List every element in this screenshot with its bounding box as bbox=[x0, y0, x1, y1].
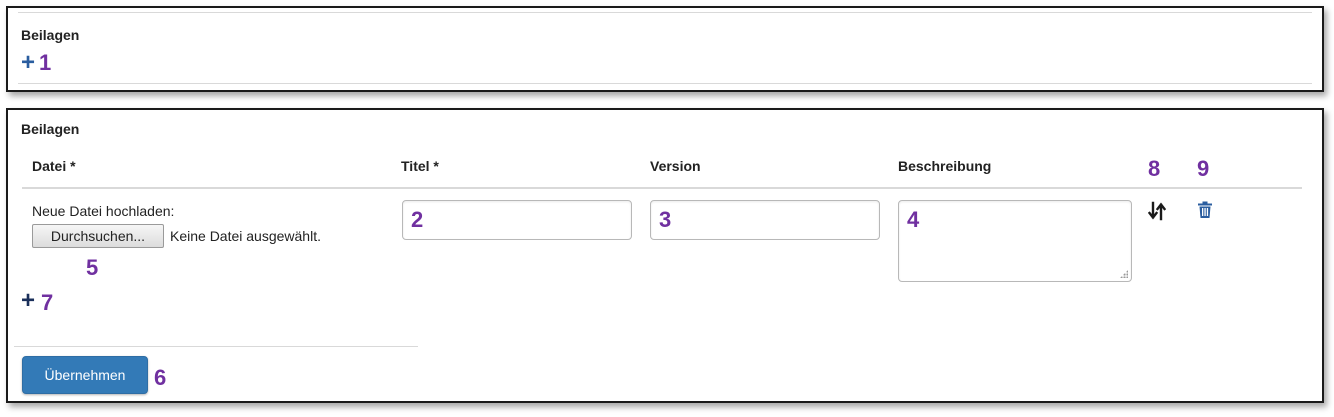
attachments-panel-expanded: Beilagen Datei * Titel * Version Beschre… bbox=[6, 108, 1324, 403]
divider-bottom bbox=[18, 83, 1312, 84]
add-attachment-icon[interactable]: + bbox=[21, 51, 35, 75]
title-input[interactable]: 2 bbox=[402, 200, 632, 240]
column-header-version: Version bbox=[650, 158, 701, 174]
column-header-title: Titel * bbox=[401, 158, 439, 174]
marker-2: 2 bbox=[411, 207, 424, 232]
marker-8: 8 bbox=[1148, 156, 1161, 181]
description-textarea[interactable]: 4 bbox=[898, 200, 1132, 282]
no-file-text: Keine Datei ausgewählt. bbox=[170, 228, 321, 244]
browse-button[interactable]: Durchsuchen... bbox=[32, 224, 164, 248]
add-row-icon[interactable]: + bbox=[21, 289, 35, 313]
marker-5: 5 bbox=[86, 255, 99, 280]
submit-button[interactable]: Übernehmen bbox=[22, 356, 148, 394]
header-divider bbox=[22, 187, 1302, 189]
marker-7: 7 bbox=[41, 290, 54, 315]
column-header-file: Datei * bbox=[32, 158, 76, 174]
sort-icon[interactable] bbox=[1147, 201, 1167, 221]
column-header-description: Beschreibung bbox=[898, 158, 992, 174]
upload-label: Neue Datei hochladen: bbox=[32, 203, 175, 219]
resize-grip-icon[interactable] bbox=[1120, 270, 1128, 278]
version-input[interactable]: 3 bbox=[650, 200, 880, 240]
section-heading: Beilagen bbox=[21, 27, 80, 43]
attachments-panel-collapsed: Beilagen + 1 bbox=[6, 6, 1324, 92]
marker-1: 1 bbox=[39, 50, 52, 75]
section-heading: Beilagen bbox=[21, 121, 80, 137]
marker-6: 6 bbox=[154, 365, 167, 390]
marker-9: 9 bbox=[1197, 156, 1210, 181]
marker-4: 4 bbox=[907, 207, 920, 232]
footer-divider bbox=[14, 346, 418, 347]
marker-3: 3 bbox=[659, 207, 672, 232]
trash-icon[interactable] bbox=[1197, 201, 1213, 219]
divider-top bbox=[18, 12, 1312, 13]
